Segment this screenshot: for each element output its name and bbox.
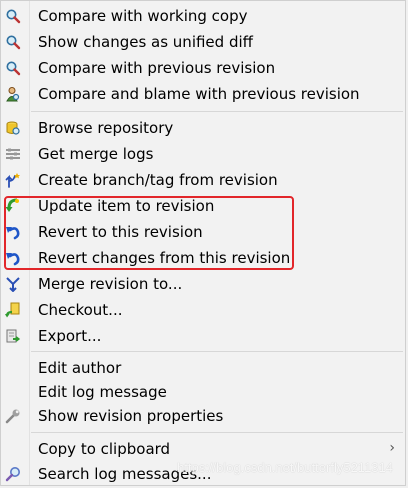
magnifier-icon	[6, 61, 21, 76]
menu-item-edit-log-message[interactable]: Edit log message	[1, 379, 405, 405]
menu-item-create-branch[interactable]: Create branch/tag from revision	[1, 167, 405, 193]
menu-item-label: Checkout...	[38, 301, 123, 319]
search-icon	[5, 467, 20, 482]
menu-item-revision-properties[interactable]: Show revision properties	[1, 403, 405, 429]
menu-item-label: Merge revision to...	[38, 275, 183, 293]
menu-separator	[31, 432, 403, 433]
menu-item-unified-diff[interactable]: Show changes as unified diff	[1, 29, 405, 55]
menu-item-label: Edit author	[38, 359, 122, 377]
menu-item-label: Create branch/tag from revision	[38, 171, 278, 189]
menu-item-label: Compare with working copy	[38, 7, 248, 25]
menu-item-label: Edit log message	[38, 383, 167, 401]
menu-item-merge-logs[interactable]: Get merge logs	[1, 141, 405, 167]
menu-item-merge-revision[interactable]: Merge revision to...	[1, 271, 405, 297]
merge-icon	[6, 277, 20, 292]
blame-icon	[6, 87, 20, 102]
menu-separator	[31, 111, 403, 112]
branch-icon	[5, 173, 20, 188]
menu-item-label: Copy to clipboard	[38, 440, 171, 458]
repository-icon	[6, 121, 20, 135]
menu-item-label: Show revision properties	[38, 407, 224, 425]
menu-item-label: Export...	[38, 327, 102, 345]
menu-item-label: Compare and blame with previous revision	[38, 85, 360, 103]
export-icon	[6, 329, 21, 343]
menu-item-label: Browse repository	[38, 119, 174, 137]
watermark-text: https://blog.csdn.net/butterfly5211314	[177, 460, 393, 475]
menu-item-compare-blame[interactable]: Compare and blame with previous revision	[1, 81, 405, 107]
menu-item-compare-working-copy[interactable]: Compare with working copy	[1, 3, 405, 29]
red-highlight-annotation	[4, 196, 294, 270]
magnifier-icon	[6, 9, 21, 24]
checkout-icon	[5, 302, 20, 318]
menu-item-edit-author[interactable]: Edit author	[1, 355, 405, 381]
menu-separator	[31, 351, 403, 352]
magnifier-icon	[6, 35, 21, 50]
menu-item-export[interactable]: Export...	[1, 323, 405, 349]
menu-item-checkout[interactable]: Checkout...	[1, 297, 405, 323]
menu-item-compare-previous[interactable]: Compare with previous revision	[1, 55, 405, 81]
wrench-icon	[5, 409, 20, 424]
context-menu: Compare with working copy Show changes a…	[0, 0, 406, 486]
menu-item-label: Compare with previous revision	[38, 59, 276, 77]
menu-item-browse-repository[interactable]: Browse repository	[1, 115, 405, 141]
menu-item-copy-clipboard[interactable]: Copy to clipboard ›	[1, 436, 405, 462]
menu-item-label: Show changes as unified diff	[38, 33, 253, 51]
menu-item-label: Get merge logs	[38, 145, 154, 163]
merge-logs-icon	[6, 148, 20, 160]
submenu-arrow-icon: ›	[389, 440, 395, 456]
